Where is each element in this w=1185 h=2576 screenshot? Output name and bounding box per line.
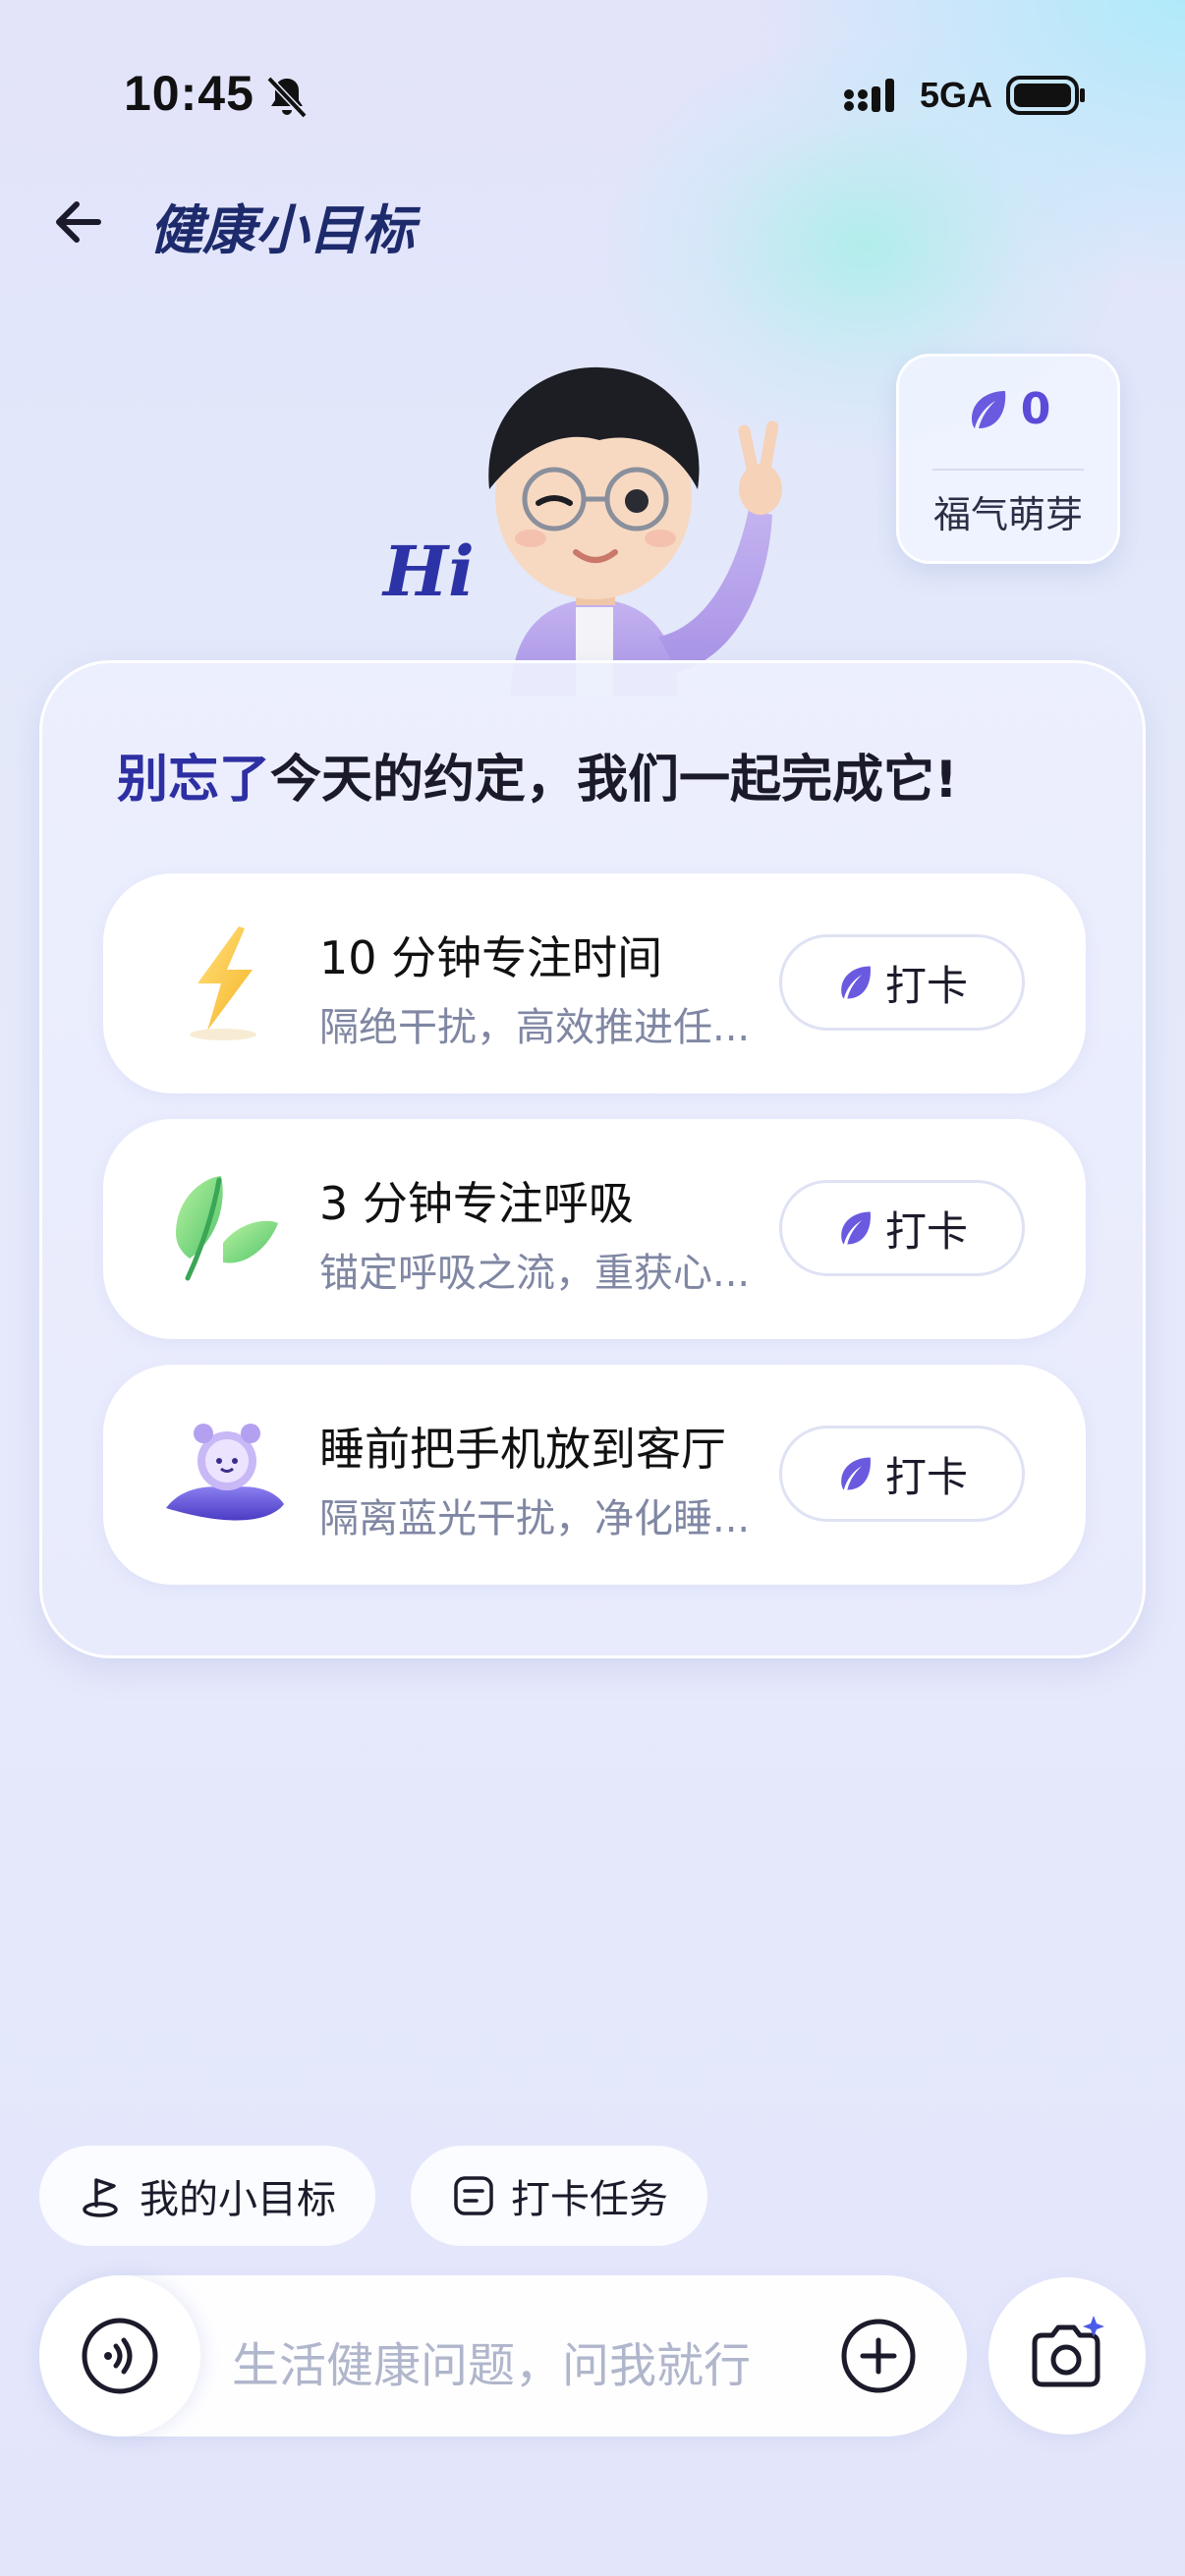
camera-sparkle-icon <box>1032 2316 1104 2387</box>
voice-icon <box>82 2318 158 2394</box>
checkin-button[interactable]: 打卡 <box>779 1180 1025 1276</box>
task-card[interactable]: 睡前把手机放到客厅 隔离蓝光干扰，净化睡... 打卡 <box>103 1365 1086 1585</box>
task-title: 10 分钟专注时间 <box>319 931 663 984</box>
alarm-clock-pillow-icon <box>166 1424 284 1521</box>
score-value: 0 <box>1020 384 1051 434</box>
network-type: 5GA <box>920 75 993 115</box>
task-description: 锚定呼吸之流，重获心... <box>319 1251 751 1296</box>
task-card[interactable]: 10 分钟专注时间 隔绝干扰，高效推进任... 打卡 <box>103 873 1086 1093</box>
plus-icon <box>841 2319 916 2393</box>
back-button[interactable] <box>43 187 114 257</box>
bell-muted-icon <box>266 76 308 119</box>
green-leaf-icon <box>176 1176 278 1281</box>
divider <box>932 469 1084 471</box>
task-title: 睡前把手机放到客厅 <box>319 1423 726 1476</box>
checkin-button[interactable]: 打卡 <box>779 934 1025 1031</box>
checkin-label: 打卡 <box>884 961 968 1010</box>
leaf-icon <box>971 390 1005 428</box>
page-title: 健康小目标 <box>149 199 415 261</box>
goal-flag-icon <box>83 2178 118 2217</box>
score-row: 0 <box>899 384 1117 434</box>
checkin-tasks-label: 打卡任务 <box>511 2177 668 2222</box>
panel-headline: 别忘了今天的约定，我们一起完成它! <box>117 738 958 812</box>
checkin-label: 打卡 <box>884 1452 968 1501</box>
my-goals-chip[interactable]: 我的小目标 <box>39 2146 375 2246</box>
score-label: 福气萌芽 <box>932 493 1083 536</box>
task-title: 3 分钟专注呼吸 <box>319 1177 634 1230</box>
checkin-button[interactable]: 打卡 <box>779 1426 1025 1522</box>
headline-accent: 别忘了 <box>117 751 271 810</box>
my-goals-label: 我的小目标 <box>140 2177 336 2222</box>
daily-goals-panel: 别忘了今天的约定，我们一起完成它! 10 分钟专注时间 隔绝干扰，高效推进任..… <box>39 660 1146 1658</box>
task-description: 隔离蓝光干扰，净化睡... <box>319 1496 751 1541</box>
lightning-icon <box>190 926 256 1040</box>
chat-input-field[interactable]: 生活健康问题，问我就行 <box>232 2326 751 2395</box>
arrow-left-icon <box>56 201 101 243</box>
mascot-avatar <box>488 366 782 696</box>
leaf-icon <box>841 966 871 999</box>
status-bar: 10:45 5GA <box>0 0 1185 187</box>
chat-input-bar: 生活健康问题，问我就行 <box>39 2275 967 2436</box>
hi-badge: Hi <box>383 531 475 612</box>
signal-icon <box>844 79 894 112</box>
camera-button[interactable] <box>988 2277 1146 2435</box>
status-time: 10:45 <box>124 66 254 121</box>
checkin-label: 打卡 <box>884 1206 968 1256</box>
score-card[interactable]: 0 福气萌芽 <box>896 354 1120 564</box>
task-description: 隔绝干扰，高效推进任... <box>319 1005 751 1050</box>
headline-rest: 今天的约定，我们一起完成它! <box>270 751 958 810</box>
task-card[interactable]: 3 分钟专注呼吸 锚定呼吸之流，重获心... 打卡 <box>103 1119 1086 1339</box>
add-attachment-button[interactable] <box>839 2317 918 2395</box>
battery-icon <box>1006 76 1085 115</box>
leaf-icon <box>841 1457 871 1490</box>
leaf-icon <box>841 1211 871 1245</box>
voice-input-button[interactable] <box>39 2275 200 2436</box>
checkin-tasks-chip[interactable]: 打卡任务 <box>411 2146 707 2246</box>
task-list-icon <box>454 2176 493 2215</box>
